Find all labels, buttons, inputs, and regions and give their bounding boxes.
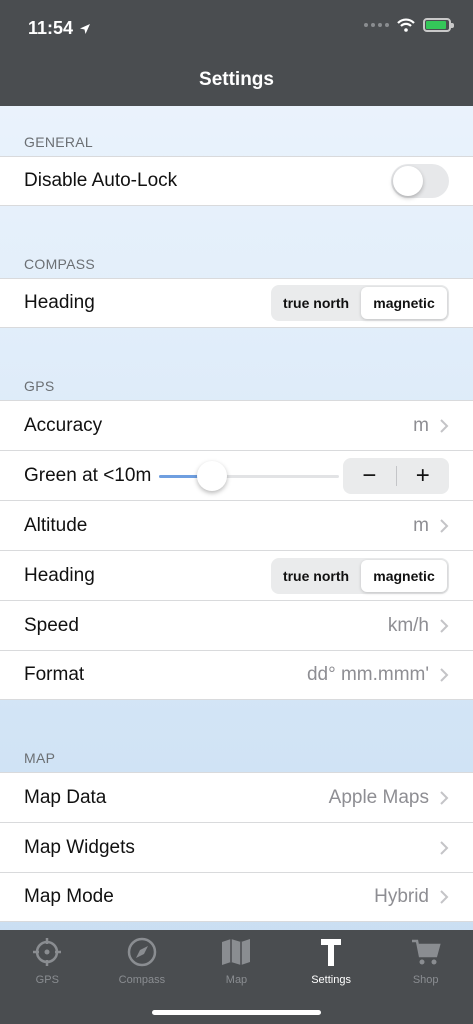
tab-compass[interactable]: Compass — [95, 930, 190, 992]
location-arrow-icon — [80, 23, 91, 34]
battery-icon — [423, 18, 454, 32]
map-icon — [222, 939, 251, 965]
row-value: dd° mm.mmm' — [307, 664, 449, 686]
row-label: Heading — [24, 292, 95, 313]
map-mode-value: Hybrid — [374, 886, 429, 907]
home-indicator[interactable] — [152, 1010, 321, 1015]
tab-label: Settings — [311, 974, 351, 986]
row-label: Accuracy — [24, 414, 103, 436]
tab-gps[interactable]: GPS — [0, 930, 95, 992]
row-value: Apple Maps — [329, 787, 449, 809]
row-label: Altitude — [24, 514, 88, 536]
tab-label: Shop — [412, 974, 439, 986]
toggle-knob — [393, 166, 423, 196]
tab-map[interactable]: Map — [189, 930, 284, 992]
section-header-gps: GPS — [24, 378, 55, 394]
tab-label: Compass — [118, 974, 166, 986]
row-accuracy[interactable]: Accuracy m — [0, 400, 473, 450]
row-map-data[interactable]: Map Data Apple Maps — [0, 772, 473, 822]
compass-icon — [127, 937, 157, 967]
signal-icon — [364, 23, 389, 27]
format-value: dd° mm.mmm' — [306, 664, 429, 685]
chevron-right-icon — [440, 518, 449, 533]
tab-bar: GPS Compass Map Settings Shop — [0, 930, 473, 1024]
hammer-icon — [321, 939, 342, 966]
row-format[interactable]: Format dd° mm.mmm' — [0, 650, 473, 700]
green-threshold-slider[interactable] — [159, 458, 340, 494]
gps-heading-segmented-control: true north magnetic — [271, 557, 449, 594]
map-data-value: Apple Maps — [328, 786, 429, 808]
row-green-threshold: Green at <10m − + — [0, 450, 473, 500]
row-value: km/h — [388, 615, 449, 637]
compass-heading-segmented-control: true north magnetic — [271, 285, 449, 321]
tab-shop[interactable]: Shop — [378, 930, 473, 992]
altitude-value: m — [413, 514, 429, 536]
disable-autolock-toggle[interactable] — [391, 164, 449, 198]
cart-icon — [411, 939, 441, 965]
row-value: m — [413, 515, 449, 537]
gps-segment-magnetic[interactable]: magnetic — [361, 559, 447, 592]
row-label: Map Widgets — [24, 836, 135, 858]
row-value: m — [413, 415, 449, 437]
chevron-right-icon — [440, 890, 449, 904]
row-label: Map Mode — [24, 886, 114, 907]
speed-value: km/h — [387, 614, 429, 636]
status-bar: 11:54 — [0, 0, 473, 56]
section-header-compass: COMPASS — [24, 256, 96, 272]
row-label: Green at <10m — [24, 464, 152, 486]
chevron-right-icon — [440, 618, 449, 633]
row-value — [439, 840, 449, 856]
compass-segment-true-north[interactable]: true north — [273, 287, 359, 319]
chevron-right-icon — [440, 668, 449, 682]
accuracy-value: m — [413, 414, 429, 436]
tab-label: GPS — [35, 974, 59, 986]
row-label: Map Data — [24, 786, 107, 808]
chevron-right-icon — [440, 840, 449, 855]
settings-list: GENERAL Disable Auto-Lock COMPASS Headin… — [0, 106, 473, 922]
row-label: Disable Auto-Lock — [24, 170, 178, 191]
row-map-widgets[interactable]: Map Widgets — [0, 822, 473, 872]
slider-thumb[interactable] — [196, 460, 227, 491]
row-map-mode[interactable]: Map Mode Hybrid — [0, 872, 473, 922]
group-gps: Accuracy m Green at <10m − + Altitude m — [0, 400, 473, 700]
row-gps-heading: Heading true north magnetic — [0, 550, 473, 600]
row-speed[interactable]: Speed km/h — [0, 600, 473, 650]
row-altitude[interactable]: Altitude m — [0, 500, 473, 550]
stepper-decrement-button[interactable]: − — [343, 458, 396, 494]
gps-segment-true-north[interactable]: true north — [273, 560, 359, 592]
row-compass-heading: Heading true north magnetic — [0, 278, 473, 328]
time-text: 11:54 — [28, 18, 74, 38]
row-label: Format — [24, 664, 85, 685]
compass-segment-magnetic[interactable]: magnetic — [361, 287, 447, 319]
section-header-general: GENERAL — [24, 134, 94, 150]
row-value: Hybrid — [374, 886, 449, 908]
status-time: 11:54 — [28, 18, 91, 39]
group-compass: Heading true north magnetic — [0, 278, 473, 328]
tab-label: Map — [225, 974, 248, 986]
chevron-right-icon — [440, 790, 449, 805]
tab-settings[interactable]: Settings — [284, 930, 379, 992]
page-title: Settings — [199, 69, 274, 90]
row-label: Heading — [24, 564, 95, 586]
navigation-bar: Settings — [0, 56, 473, 106]
wifi-icon — [397, 18, 415, 32]
stepper-increment-button[interactable]: + — [397, 458, 450, 494]
row-label: Speed — [24, 614, 79, 636]
group-general: Disable Auto-Lock — [0, 156, 473, 206]
section-header-map: MAP — [24, 750, 56, 766]
chevron-right-icon — [440, 418, 449, 433]
row-disable-autolock: Disable Auto-Lock — [0, 156, 473, 206]
status-indicators — [364, 18, 454, 32]
green-threshold-stepper: − + — [343, 457, 450, 494]
group-map: Map Data Apple Maps Map Widgets Map Mode… — [0, 772, 473, 922]
crosshair-icon — [33, 938, 62, 966]
